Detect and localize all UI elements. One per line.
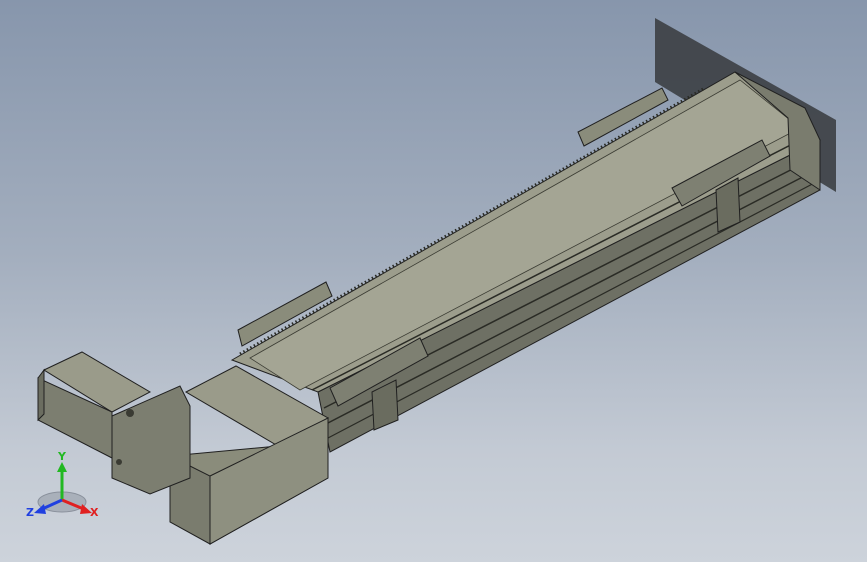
y-axis-label: Y [57, 450, 67, 463]
z-axis-label: Z [26, 506, 34, 519]
x-axis-label: X [90, 506, 99, 519]
3d-viewport[interactable]: Y X Z [0, 0, 867, 562]
coordinate-triad: Y X Z [26, 450, 99, 519]
y-axis-arrow-icon [57, 462, 67, 472]
